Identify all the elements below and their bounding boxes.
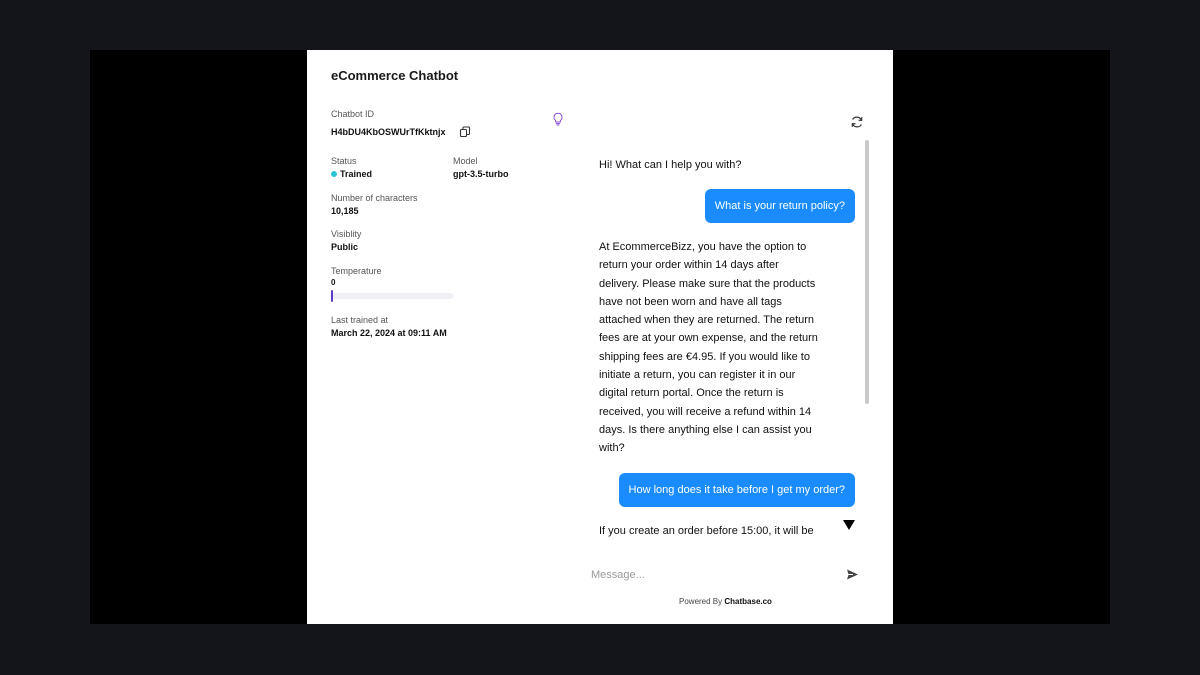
temperature-value: 0	[331, 278, 336, 287]
powered-by-prefix: Powered By	[679, 597, 723, 606]
arrow-down-icon[interactable]	[843, 520, 855, 531]
bot-message-return-policy: At EcommerceBizz, you have the option to…	[599, 238, 827, 458]
powered-by-brand[interactable]: Chatbase.co	[724, 597, 772, 606]
bot-message-line: received, you will receive a refund with…	[599, 405, 812, 418]
user-message-return-policy: What is your return policy?	[704, 189, 855, 223]
last-trained-label: Last trained at	[331, 315, 389, 325]
chatbot-id-value: H4bDU4KbOSWUrTfKktnjx	[331, 127, 446, 137]
status-badge: Trained	[340, 169, 373, 179]
message-input[interactable]	[589, 565, 831, 585]
send-icon[interactable]	[846, 568, 859, 581]
bot-message-delivery-time: If you create an order before 15:00, it …	[599, 525, 814, 537]
temperature-bar-fill	[331, 290, 333, 302]
chatbot-panel: eCommerce Chatbot Chatbot ID H4bDU4KbOSW…	[307, 50, 893, 624]
user-message-delivery-time: How long does it take before I get my or…	[618, 473, 855, 507]
bot-message-line: fees are at your own expense, and the re…	[599, 332, 818, 345]
temperature-bar	[331, 290, 453, 302]
bot-message-line: days. Is there anything else I can assis…	[599, 423, 812, 436]
model-label: Model	[453, 156, 478, 166]
chatbot-id-label: Chatbot ID	[331, 109, 375, 119]
temperature-label: Temperature	[331, 266, 382, 276]
bot-message-greeting: Hi! What can I help you with?	[599, 159, 742, 171]
lightbulb-icon[interactable]	[552, 112, 564, 126]
bot-message-line: delivery. Please make sure that the prod…	[599, 277, 816, 290]
last-trained-value: March 22, 2024 at 09:11 AM	[331, 328, 447, 338]
bot-message-line: attached when they are returned. The ret…	[599, 314, 815, 327]
bot-message-line: return your order within 14 days after	[599, 259, 779, 272]
chat-scrollbar[interactable]	[865, 140, 869, 404]
visibility-value: Public	[331, 242, 359, 252]
bot-message-line: At EcommerceBizz, you have the option to	[599, 241, 807, 253]
bot-message-line: with?	[599, 442, 625, 455]
characters-label: Number of characters	[331, 193, 418, 203]
bot-message-line: initiate a return, you can register it i…	[599, 369, 796, 382]
copy-icon[interactable]	[459, 126, 471, 138]
page-title: eCommerce Chatbot	[331, 68, 459, 83]
characters-value: 10,185	[331, 206, 359, 216]
visibility-label: Visiblity	[331, 229, 362, 239]
chat-transcript[interactable]: Hi! What can I help you with? What is yo…	[589, 146, 864, 542]
bot-message-line: digital return portal. Once the return i…	[599, 387, 784, 400]
bot-message-line: shipping fees are €4.95. If you would li…	[599, 350, 810, 363]
status-label: Status	[331, 156, 357, 166]
refresh-icon[interactable]	[850, 115, 864, 129]
bot-message-line: have not been worn and have all tags	[599, 295, 782, 308]
powered-by: Powered By Chatbase.co	[679, 597, 772, 606]
status-indicator	[331, 171, 337, 177]
model-value: gpt-3.5-turbo	[453, 169, 509, 179]
